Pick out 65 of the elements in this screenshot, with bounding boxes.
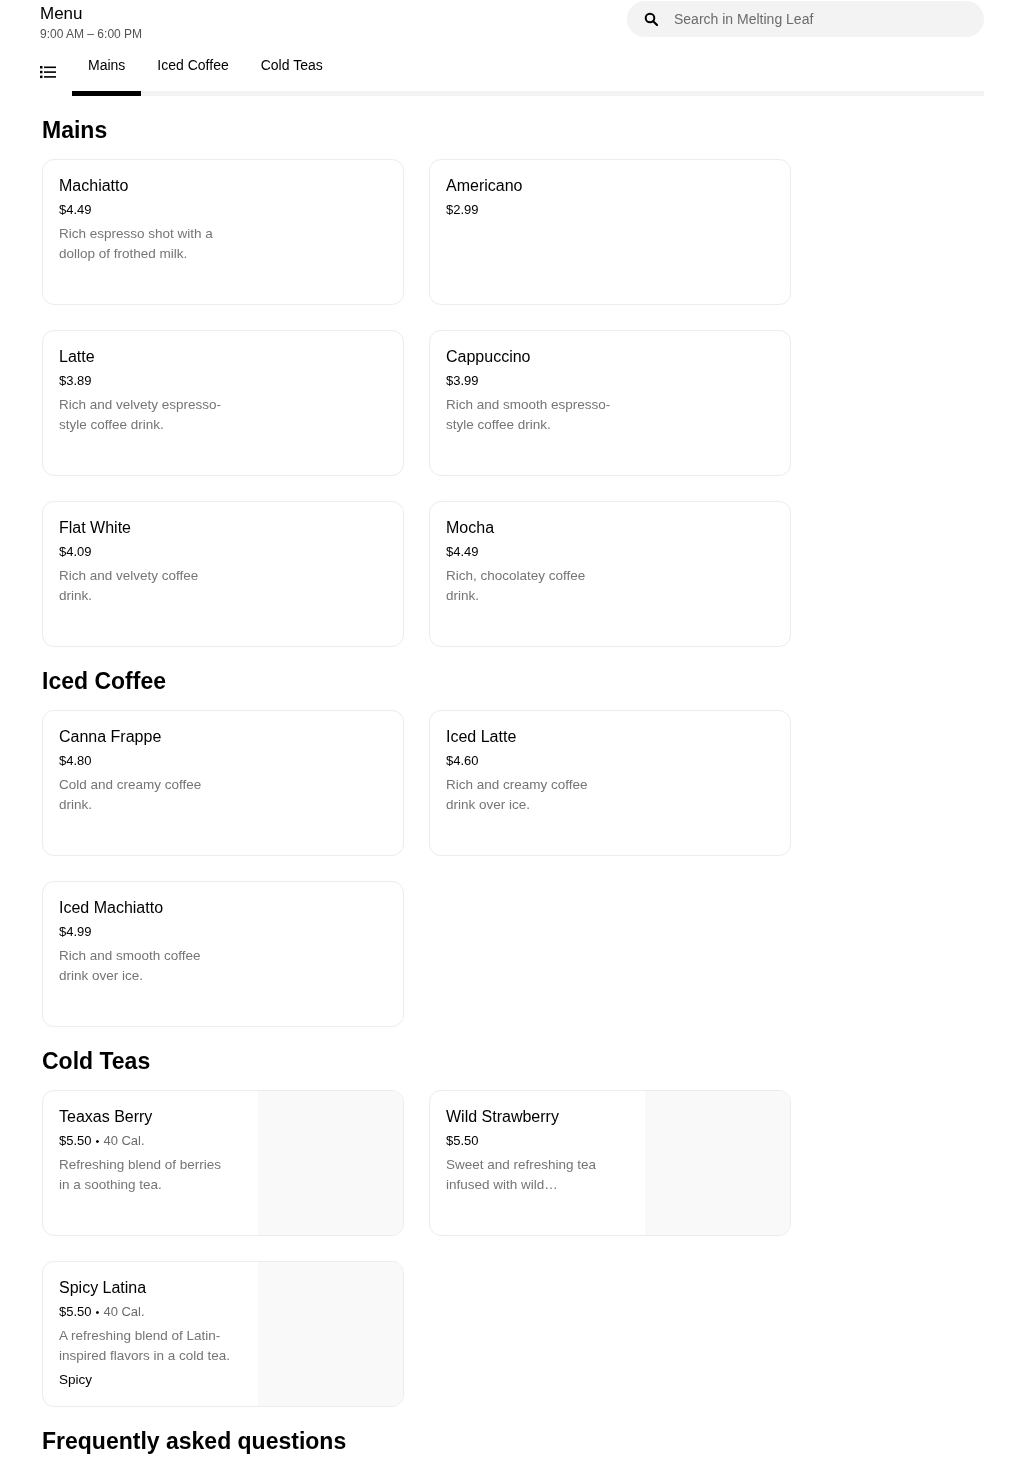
section-heading: Frequently asked questions — [41, 1427, 348, 1455]
opening-hours: 9:00 AM – 6:00 PM — [40, 26, 143, 42]
item-description: Rich, chocolatey coffee drink. — [446, 567, 587, 605]
item-price: $5.50 — [446, 1132, 479, 1150]
menu-item-card[interactable]: Spicy Latina $5.50 • 40 Cal. A refreshing blend of Latin-inspired flavors in a cold tea. Spicy — [42, 1261, 404, 1407]
item-name: Spicy Latina — [59, 1278, 148, 1298]
search-icon — [644, 12, 658, 26]
menu-item-card[interactable]: Machiatto $4.49 Rich espresso shot with a dollop of frothed milk. — [42, 159, 404, 305]
page-title: Menu — [40, 4, 84, 24]
item-price: $3.89 — [59, 372, 92, 390]
item-description: Cold and creamy coffee drink. — [59, 776, 203, 814]
item-name: Cappuccino — [446, 347, 532, 367]
item-name: Iced Machiatto — [59, 898, 165, 918]
item-name: Latte — [59, 347, 96, 367]
item-name: Iced Latte — [446, 727, 518, 747]
item-tag: Spicy — [59, 1370, 258, 1390]
list-icon[interactable] — [40, 65, 56, 79]
search-field[interactable]: Search in Melting Leaf — [627, 1, 984, 37]
menu-item-card[interactable]: Flat White $4.09 Rich and velvety coffee drink. — [42, 501, 404, 647]
item-price: $4.80 — [59, 752, 92, 770]
item-description: Rich and smooth espresso-style coffee drink. — [446, 396, 612, 434]
item-name: Flat White — [59, 518, 132, 538]
item-calories: 40 Cal. — [103, 1132, 145, 1150]
item-description: Sweet and refreshing tea infused with wild… — [446, 1156, 598, 1194]
item-name: Machiatto — [59, 176, 130, 196]
item-price: $2.99 — [446, 201, 479, 219]
item-description: Rich and velvety espresso-style coffee drink. — [59, 396, 223, 434]
separator-dot: • — [95, 1305, 100, 1320]
section-heading: Cold Teas — [41, 1047, 152, 1075]
category-tab[interactable]: Cold Teas — [244, 49, 339, 96]
item-description: Rich espresso shot with a dollop of frothed milk. — [59, 225, 214, 263]
item-price: $4.60 — [446, 752, 479, 770]
item-description: A refreshing blend of Latin-inspired flavors in a cold tea. — [59, 1327, 231, 1365]
menu-item-card[interactable]: Iced Machiatto $4.99 Rich and smooth coffee drink over ice. — [42, 881, 404, 1027]
item-price: $5.50 — [59, 1303, 92, 1321]
item-description: Rich and creamy coffee drink over ice. — [446, 776, 589, 814]
menu-item-card[interactable]: Wild Strawberry $5.50 Sweet and refreshing tea infused with wild… — [429, 1090, 791, 1236]
item-price: $4.09 — [59, 543, 92, 561]
item-price: $3.99 — [446, 372, 479, 390]
section-heading: Mains — [41, 116, 109, 144]
item-name: Americano — [446, 176, 524, 196]
item-description: Refreshing blend of berries in a soothing tea. — [59, 1156, 223, 1194]
item-calories: 40 Cal. — [103, 1303, 145, 1321]
item-name: Teaxas Berry — [59, 1107, 154, 1127]
menu-item-card[interactable]: Mocha $4.49 Rich, chocolatey coffee drink. — [429, 501, 791, 647]
section-heading: Iced Coffee — [41, 667, 167, 695]
menu-item-card[interactable]: Cappuccino $3.99 Rich and smooth espresso-style coffee drink. — [429, 330, 791, 476]
item-description: Rich and velvety coffee drink. — [59, 567, 200, 605]
item-price: $5.50 — [59, 1132, 92, 1150]
menu-item-card[interactable]: Latte $3.89 Rich and velvety espresso-style coffee drink. — [42, 330, 404, 476]
item-price: $4.49 — [59, 201, 92, 219]
item-name: Mocha — [446, 518, 496, 538]
item-price: $4.49 — [446, 543, 479, 561]
menu-item-card[interactable]: Americano $2.99 — [429, 159, 791, 305]
category-tab[interactable]: Mains — [72, 49, 142, 96]
item-name: Wild Strawberry — [446, 1107, 560, 1127]
menu-item-card[interactable]: Teaxas Berry $5.50 • 40 Cal. Refreshing blend of berries in a soothing tea. — [42, 1090, 404, 1236]
menu-item-card[interactable]: Iced Latte $4.60 Rich and creamy coffee drink over ice. — [429, 710, 791, 856]
separator-dot: • — [95, 1134, 100, 1149]
menu-item-card[interactable]: Canna Frappe $4.80 Cold and creamy coffee drink. — [42, 710, 404, 856]
category-tab[interactable]: Iced Coffee — [141, 49, 245, 96]
item-price: $4.99 — [59, 923, 92, 941]
item-description: Rich and smooth coffee drink over ice. — [59, 947, 202, 985]
item-name: Canna Frappe — [59, 727, 163, 747]
search-input[interactable]: Search in Melting Leaf — [674, 8, 967, 30]
